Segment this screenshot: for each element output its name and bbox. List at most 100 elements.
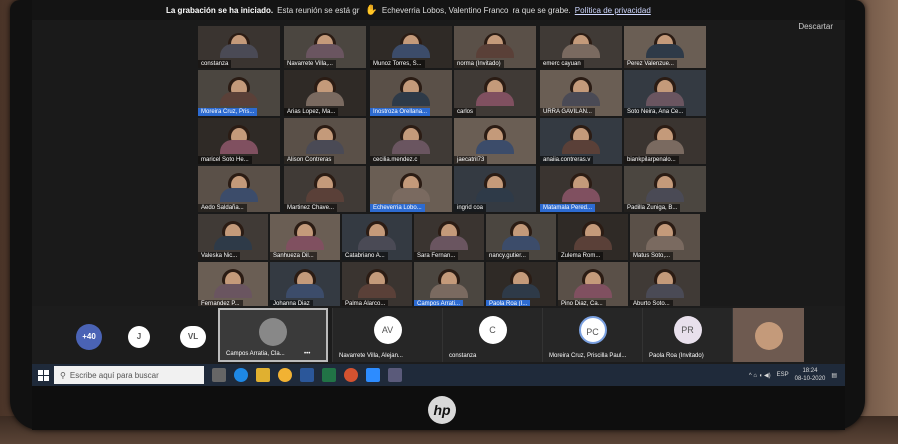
- notification-icon[interactable]: ▤: [831, 372, 837, 379]
- excel-icon[interactable]: [322, 368, 336, 382]
- windows-taskbar: ⚲ Escribe aquí para buscar ^ ⌂ ◖ ◀) ESP …: [32, 364, 845, 386]
- video-tile[interactable]: norma (Invitado): [454, 26, 536, 68]
- avatar-vl[interactable]: VL: [180, 326, 206, 348]
- clock[interactable]: 18:24 08-10-2020: [795, 367, 826, 383]
- video-tile[interactable]: Palma Alarco...: [342, 262, 412, 308]
- windows-start-icon[interactable]: [32, 364, 54, 386]
- thumb-pc[interactable]: PC Moreira Cruz, Priscilla Paul...: [542, 308, 642, 362]
- video-tile[interactable]: constanza: [198, 26, 280, 68]
- thumb-av[interactable]: AV Navarrete Villa, Alejan...: [332, 308, 442, 362]
- video-tile[interactable]: Martinez Chave...: [284, 166, 366, 212]
- participant-name: Valeska Nic...: [198, 252, 241, 260]
- zoom-icon[interactable]: [366, 368, 380, 382]
- participant-name: Aedo Saldaña...: [198, 204, 247, 212]
- participant-photo: [562, 140, 600, 154]
- video-tile[interactable]: Catabriano A...: [342, 214, 412, 260]
- participant-count-badge[interactable]: +40: [76, 324, 102, 350]
- video-tile[interactable]: jaecatril73: [454, 118, 536, 164]
- thumb-c[interactable]: C constanza: [442, 308, 542, 362]
- video-tile[interactable]: biankpilarpenalo...: [624, 118, 706, 164]
- video-tile[interactable]: Padilla Zuniga, B...: [624, 166, 706, 212]
- edge-icon[interactable]: [234, 368, 248, 382]
- participant-photo: [646, 92, 684, 106]
- video-tile[interactable]: Matamala Pered...: [540, 166, 622, 212]
- participant-name: Sara Fernan...: [414, 252, 459, 260]
- participant-photo: [646, 188, 684, 202]
- language-indicator[interactable]: ESP: [777, 372, 789, 378]
- discard-button[interactable]: Descartar: [798, 22, 833, 31]
- taskbar-search-input[interactable]: ⚲ Escribe aquí para buscar: [54, 366, 204, 384]
- video-tile[interactable]: carlos: [454, 70, 536, 116]
- file-explorer-icon[interactable]: [256, 368, 270, 382]
- word-icon[interactable]: [300, 368, 314, 382]
- video-tile[interactable]: Matus Soto,...: [630, 214, 700, 260]
- privacy-policy-link[interactable]: Política de privacidad: [575, 6, 651, 15]
- video-tile[interactable]: Valeska Nic...: [198, 214, 268, 260]
- participant-photo: [754, 322, 783, 350]
- participant-photo: [562, 44, 600, 58]
- video-tile[interactable]: ingrid coa: [454, 166, 536, 212]
- task-view-icon[interactable]: [212, 368, 226, 382]
- video-tile[interactable]: Echeverria Lobo...: [370, 166, 452, 212]
- recording-requester: Echeverria Lobos, Valentino Franco: [381, 5, 509, 15]
- participant-name: Munoz Torres, S...: [370, 60, 425, 68]
- participant-photo: [646, 44, 684, 58]
- video-tile[interactable]: URRA GAVILAN...: [540, 70, 622, 116]
- participant-photo: [476, 188, 514, 202]
- video-tile[interactable]: Pino Diaz, Ca...: [558, 262, 628, 308]
- video-tile[interactable]: Munoz Torres, S...: [370, 26, 452, 68]
- participant-photo: [502, 284, 540, 298]
- participant-photo: [220, 44, 258, 58]
- video-tile[interactable]: Paola Roa (I...: [486, 262, 556, 308]
- video-tile[interactable]: anaiia.contreras.v: [540, 118, 622, 164]
- laptop-screen: La grabación se ha iniciado. Esta reunió…: [32, 0, 845, 386]
- participant-name: Catabriano A...: [342, 252, 388, 260]
- video-tile[interactable]: Perez Valenzue...: [624, 26, 706, 68]
- thumb-self-video[interactable]: [732, 308, 804, 362]
- participant-name: Moreira Cruz, Pris...: [198, 108, 258, 116]
- thumb-selected[interactable]: Campos Arratia, Cla... •••: [218, 308, 328, 362]
- participant-photo: [358, 284, 396, 298]
- thumb-pr[interactable]: PR Paola Roa (Invitado): [642, 308, 732, 362]
- participant-photo: [220, 188, 258, 202]
- participant-photo: [392, 44, 430, 58]
- avatar-c: C: [478, 316, 507, 344]
- video-tile[interactable]: Inostroza Orellana...: [370, 70, 452, 116]
- video-tile[interactable]: Navarrete Villa,...: [284, 26, 366, 68]
- video-tile[interactable]: Sanhueza Dil...: [270, 214, 340, 260]
- video-tile[interactable]: Alison Contreras: [284, 118, 366, 164]
- video-tile[interactable]: emerc cayuan: [540, 26, 622, 68]
- video-tile[interactable]: Arias Lopez, Ma...: [284, 70, 366, 116]
- more-options-icon[interactable]: •••: [304, 351, 310, 357]
- video-tile[interactable]: maricel Soto He...: [198, 118, 280, 164]
- recording-text: Esta reunión se está gr: [277, 5, 360, 15]
- video-tile[interactable]: Johanna Diaz: [270, 262, 340, 308]
- video-tile[interactable]: Sara Fernan...: [414, 214, 484, 260]
- raise-hand-icon: ✋: [365, 4, 378, 16]
- thumb-label: constanza: [449, 353, 477, 359]
- video-tile[interactable]: Zulema Rom...: [558, 214, 628, 260]
- participant-photo: [306, 92, 344, 106]
- video-tile[interactable]: Fernandez P...: [198, 262, 268, 308]
- participant-photo: [220, 92, 258, 106]
- participant-name: norma (Invitado): [454, 60, 504, 68]
- participant-name: Zulema Rom...: [558, 252, 604, 260]
- video-tile[interactable]: Moreira Cruz, Pris...: [198, 70, 280, 116]
- search-placeholder: Escribe aquí para buscar: [69, 370, 159, 380]
- participant-name: anaiia.contreras.v: [540, 156, 594, 164]
- video-tile[interactable]: Aedo Saldaña...: [198, 166, 280, 212]
- participant-name: maricel Soto He...: [198, 156, 252, 164]
- recording-banner: La grabación se ha iniciado. Esta reunió…: [32, 0, 845, 20]
- app-icon[interactable]: [388, 368, 402, 382]
- participant-name: Perez Valenzue...: [624, 60, 677, 68]
- video-tile[interactable]: Aburto Soto...: [630, 262, 700, 308]
- video-tile[interactable]: cecilia.mendez.c: [370, 118, 452, 164]
- video-tile[interactable]: nancy.gutier...: [486, 214, 556, 260]
- avatar-j[interactable]: J: [128, 326, 150, 348]
- video-tile[interactable]: Campos Arrati...: [414, 262, 484, 308]
- powerpoint-icon[interactable]: [344, 368, 358, 382]
- chrome-icon[interactable]: [278, 368, 292, 382]
- video-tile[interactable]: Soto Neira, Ana Ce...: [624, 70, 706, 116]
- avatar-pc: PC: [578, 316, 607, 344]
- tray-icons[interactable]: ^ ⌂ ◖ ◀): [749, 372, 771, 379]
